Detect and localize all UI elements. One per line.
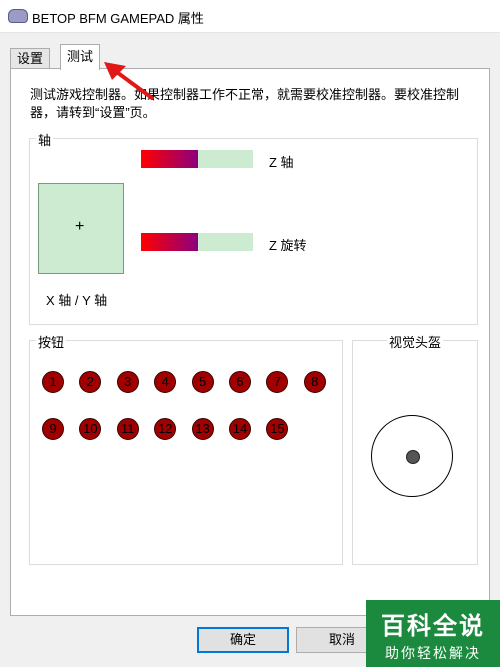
z-rotation-bar: [141, 233, 253, 251]
xy-axis-box: +: [38, 183, 124, 274]
tab-test[interactable]: 测试: [60, 44, 101, 70]
title-bar: BETOP BFM GAMEPAD 属性: [0, 0, 500, 33]
buttons-group: 按钮: [29, 332, 343, 565]
z-axis-label: Z 轴: [269, 155, 294, 170]
gamepad-button-3: 3: [116, 371, 139, 393]
gamepad-button-11: 11: [116, 418, 139, 440]
gamepad-button-8: 8: [303, 371, 326, 393]
pov-group-title: 视觉头盔: [387, 332, 444, 351]
window-title: BETOP BFM GAMEPAD 属性: [32, 11, 204, 26]
z-rotation-bar-fill: [141, 233, 198, 251]
pov-dot: [406, 450, 420, 464]
crosshair-icon: +: [75, 218, 85, 235]
pov-indicator: [371, 415, 453, 497]
gamepad-button-6: 6: [229, 371, 251, 393]
watermark-line1: 百科全说: [381, 613, 485, 640]
gamepad-button-5: 5: [191, 371, 214, 393]
gamepad-button-9: 9: [42, 418, 64, 440]
description-text: 测试游戏控制器。如果控制器工作不正常，就需要校准控制器。要校准控制器，请转到“设…: [30, 87, 460, 120]
annotation-arrow-icon: [104, 62, 154, 100]
watermark-line2: 助你轻松解决: [385, 645, 481, 661]
gamepad-button-1: 1: [42, 371, 64, 393]
gamepad-icon: [8, 9, 28, 23]
z-axis-bar: [141, 150, 253, 168]
buttons-group-title: 按钮: [36, 332, 67, 351]
z-axis-bar-fill: [141, 150, 198, 168]
z-rotation-label: Z 旋转: [269, 238, 307, 253]
gamepad-button-13: 13: [191, 418, 214, 440]
axes-group-title: 轴: [36, 130, 54, 149]
xy-axis-label: X 轴 / Y 轴: [46, 293, 108, 308]
watermark-logo: 百科全说 助你轻松解决: [366, 600, 500, 667]
gamepad-button-14: 14: [229, 418, 251, 440]
tab-settings[interactable]: 设置: [10, 48, 51, 69]
ok-button[interactable]: 确定: [197, 627, 289, 653]
